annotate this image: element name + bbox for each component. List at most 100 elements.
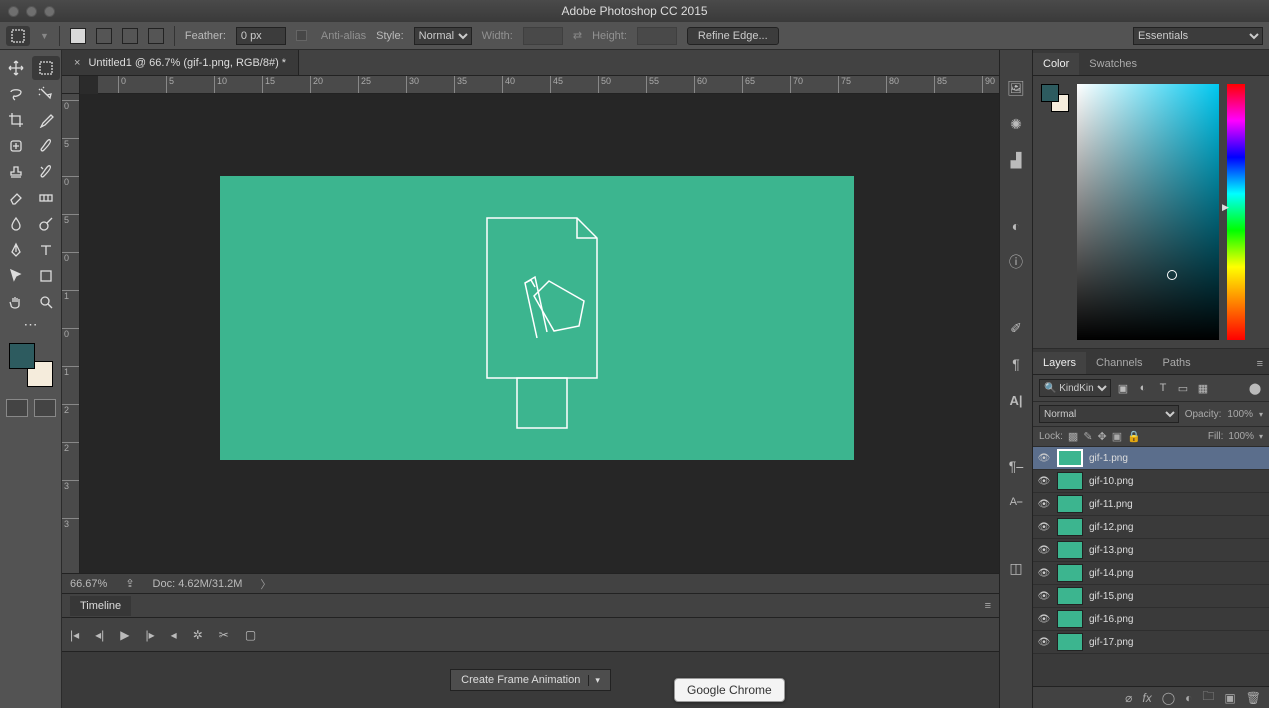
move-tool[interactable] <box>2 56 30 80</box>
layer-row[interactable]: 👁gif-10.png <box>1033 470 1269 493</box>
lock-transparent-icon[interactable]: ▩ <box>1068 430 1078 443</box>
layer-thumbnail[interactable] <box>1057 518 1083 536</box>
visibility-icon[interactable]: 👁 <box>1037 637 1051 648</box>
layer-row[interactable]: 👁gif-11.png <box>1033 493 1269 516</box>
path-select-tool[interactable] <box>2 264 30 288</box>
lock-pixels-icon[interactable]: ✎ <box>1083 430 1092 443</box>
layer-fx-icon[interactable]: fx <box>1142 691 1151 705</box>
marquee-tool[interactable] <box>32 56 60 80</box>
eraser-tool[interactable] <box>2 186 30 210</box>
delete-layer-icon[interactable]: 🗑 <box>1246 691 1261 705</box>
timeline-settings-icon[interactable]: ✲ <box>193 628 203 642</box>
new-layer-icon[interactable]: ▣ <box>1224 691 1235 705</box>
close-tab-icon[interactable]: × <box>74 57 80 69</box>
paths-tab[interactable]: Paths <box>1153 352 1201 374</box>
channels-tab[interactable]: Channels <box>1086 352 1152 374</box>
layer-name[interactable]: gif-13.png <box>1089 545 1265 556</box>
lasso-tool[interactable] <box>2 82 30 106</box>
hand-tool[interactable] <box>2 290 30 314</box>
layer-thumbnail[interactable] <box>1057 495 1083 513</box>
layer-row[interactable]: 👁gif-15.png <box>1033 585 1269 608</box>
layers-menu-icon[interactable]: ≡ <box>1251 354 1269 374</box>
share-icon[interactable]: ⇪ <box>125 577 134 590</box>
current-tool-icon[interactable] <box>6 26 30 46</box>
layers-tab[interactable]: Layers <box>1033 352 1086 374</box>
character-panel-icon[interactable]: A| <box>1006 390 1026 410</box>
split-icon[interactable]: ✂ <box>219 628 229 642</box>
lock-artboard-icon[interactable]: ▣ <box>1112 430 1122 443</box>
3d-panel-icon[interactable]: ◫ <box>1006 558 1026 578</box>
audio-icon[interactable]: ◂ <box>171 628 177 642</box>
hue-indicator-icon[interactable]: ▶ <box>1222 202 1229 213</box>
glyphs-panel-icon[interactable]: ✐ <box>1006 318 1026 338</box>
layer-row[interactable]: 👁gif-12.png <box>1033 516 1269 539</box>
first-frame-icon[interactable]: |◂ <box>70 628 79 642</box>
crop-tool[interactable] <box>2 108 30 132</box>
next-frame-icon[interactable]: |▸ <box>146 628 155 642</box>
zoom-level[interactable]: 66.67% <box>70 578 107 590</box>
refine-edge-button[interactable]: Refine Edge... <box>687 27 779 45</box>
visibility-icon[interactable]: 👁 <box>1037 568 1051 579</box>
histogram-panel-icon[interactable]: ▟ <box>1006 150 1026 170</box>
prev-frame-icon[interactable]: ◂| <box>95 628 104 642</box>
eyedropper-tool[interactable] <box>32 108 60 132</box>
zoom-tool[interactable] <box>32 290 60 314</box>
filter-shape-icon[interactable]: ▭ <box>1175 380 1191 396</box>
layer-thumbnail[interactable] <box>1057 472 1083 490</box>
add-selection-icon[interactable] <box>96 28 112 44</box>
layer-row[interactable]: 👁 gif-17.png <box>1033 631 1269 654</box>
screenmode-icon[interactable] <box>34 399 56 417</box>
dodge-tool[interactable] <box>32 212 60 236</box>
create-frame-animation-button[interactable]: Create Frame Animation ▾ <box>450 669 611 691</box>
ruler-horizontal[interactable]: 051015202530354045505560657075808590 <box>98 76 999 94</box>
color-field[interactable] <box>1077 84 1219 340</box>
maximize-window-icon[interactable] <box>44 6 55 17</box>
timeline-tab[interactable]: Timeline <box>70 596 131 616</box>
healing-tool[interactable] <box>2 134 30 158</box>
gradient-tool[interactable] <box>32 186 60 210</box>
status-more-icon[interactable]: 〉 <box>260 576 271 592</box>
hue-slider[interactable] <box>1227 84 1245 340</box>
layer-group-icon[interactable]: 🗀 <box>1202 687 1214 708</box>
ruler-vertical[interactable]: 050501012233 <box>62 94 80 573</box>
intersect-selection-icon[interactable] <box>148 28 164 44</box>
mini-color-swatch[interactable] <box>1041 84 1069 112</box>
layer-thumbnail[interactable] <box>1057 587 1083 605</box>
layer-name[interactable]: gif-17.png <box>1089 637 1265 648</box>
filter-pixel-icon[interactable]: ▣ <box>1115 380 1131 396</box>
pen-tool[interactable] <box>2 238 30 262</box>
visibility-icon[interactable]: 👁 <box>1037 453 1051 464</box>
visibility-icon[interactable]: 👁 <box>1037 545 1051 556</box>
filter-smart-icon[interactable]: ▦ <box>1195 380 1211 396</box>
layer-name[interactable]: gif-15.png <box>1089 591 1265 602</box>
adjustments-panel-icon[interactable]: ◐ <box>1006 216 1026 236</box>
layer-name[interactable]: gif-10.png <box>1089 476 1265 487</box>
paragraph-styles-icon[interactable]: ¶⎯ <box>1006 456 1026 476</box>
layer-name[interactable]: gif-16.png <box>1089 614 1265 625</box>
lock-all-icon[interactable]: 🔒 <box>1127 430 1141 443</box>
close-window-icon[interactable] <box>8 6 19 17</box>
layer-name[interactable]: gif-1.png <box>1089 453 1265 464</box>
layer-row[interactable]: 👁 gif-1.png <box>1033 447 1269 470</box>
character-styles-icon[interactable]: A⎯ <box>1006 492 1026 512</box>
document-tab[interactable]: × Untitled1 @ 66.7% (gif-1.png, RGB/8#) … <box>62 50 299 75</box>
color-swatch[interactable] <box>9 343 53 387</box>
layer-mask-icon[interactable]: ◯ <box>1162 691 1175 705</box>
layer-name[interactable]: gif-14.png <box>1089 568 1265 579</box>
more-tools-icon[interactable]: ⋯ <box>24 316 38 333</box>
layer-thumbnail[interactable] <box>1057 541 1083 559</box>
opacity-value[interactable]: 100% <box>1227 409 1253 420</box>
lock-position-icon[interactable]: ✥ <box>1098 430 1107 443</box>
shape-tool[interactable] <box>32 264 60 288</box>
filter-toggle-icon[interactable]: ⬤ <box>1247 380 1263 396</box>
blur-tool[interactable] <box>2 212 30 236</box>
layer-thumbnail[interactable] <box>1057 610 1083 628</box>
visibility-icon[interactable]: 👁 <box>1037 614 1051 625</box>
create-animation-dropdown-icon[interactable]: ▾ <box>588 675 600 686</box>
adjustment-layer-icon[interactable]: ◐ <box>1185 691 1192 705</box>
workspace-select[interactable]: Essentials <box>1133 27 1263 45</box>
layer-thumbnail[interactable] <box>1057 449 1083 467</box>
stamp-tool[interactable] <box>2 160 30 184</box>
style-select[interactable]: Normal <box>414 27 472 45</box>
layer-row[interactable]: 👁 gif-13.png <box>1033 539 1269 562</box>
